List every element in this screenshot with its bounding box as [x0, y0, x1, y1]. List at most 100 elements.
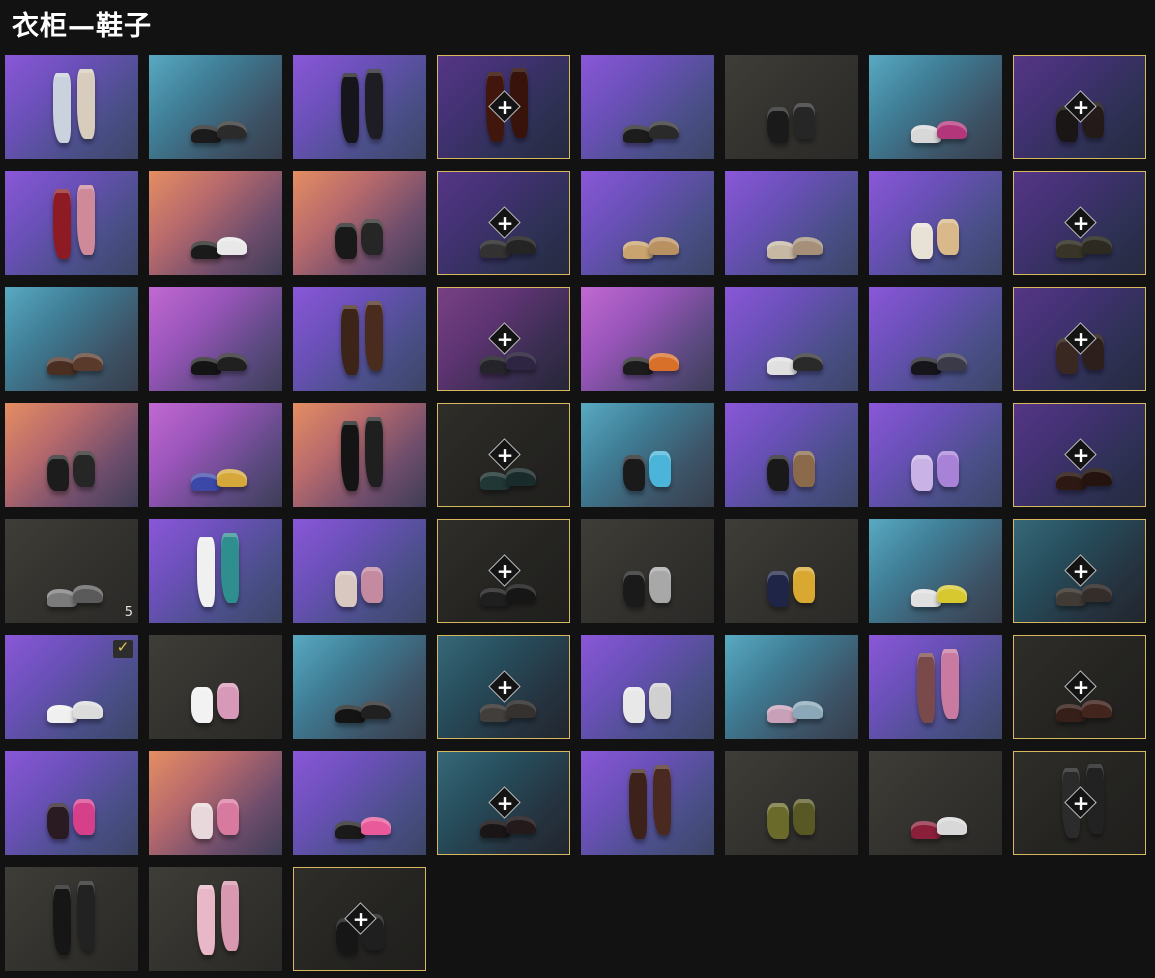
shoe-item-tile[interactable]: [725, 519, 858, 623]
shoe-item-tile[interactable]: [149, 519, 282, 623]
shoe-item-tile[interactable]: [149, 635, 282, 739]
shoe-item-tile[interactable]: [581, 287, 714, 391]
wardrobe-slot[interactable]: +: [437, 635, 570, 739]
add-icon[interactable]: +: [488, 206, 521, 239]
shoe-item-tile[interactable]: [293, 519, 426, 623]
page-title: 衣柜—鞋子: [12, 11, 152, 42]
shoe-item-tile[interactable]: [293, 403, 426, 507]
shoe-item-tile[interactable]: [869, 403, 1002, 507]
shoe-item-tile[interactable]: [725, 635, 858, 739]
shoe-item-tile[interactable]: [581, 751, 714, 855]
add-icon[interactable]: +: [1064, 322, 1097, 355]
add-icon[interactable]: +: [488, 322, 521, 355]
shoe-item-tile[interactable]: [869, 635, 1002, 739]
add-icon[interactable]: +: [1064, 554, 1097, 587]
add-icon[interactable]: +: [1064, 206, 1097, 239]
shoe-item-tile[interactable]: [5, 287, 138, 391]
shoe-left: [1056, 472, 1086, 490]
plus-icon: +: [1072, 675, 1090, 699]
wardrobe-slot[interactable]: +: [437, 519, 570, 623]
shoe-item-tile[interactable]: [869, 751, 1002, 855]
add-icon[interactable]: +: [488, 786, 521, 819]
plus-icon: +: [1072, 559, 1090, 583]
shoe-item-tile[interactable]: [293, 171, 426, 275]
shoe-item-tile[interactable]: [293, 287, 426, 391]
shoe-item-tile[interactable]: [869, 519, 1002, 623]
add-icon[interactable]: +: [1064, 670, 1097, 703]
plus-icon: +: [496, 327, 514, 351]
shoe-right: [217, 237, 247, 255]
shoe-item-tile[interactable]: [725, 403, 858, 507]
shoe-left: [767, 571, 789, 607]
wardrobe-slot[interactable]: +: [1013, 171, 1146, 275]
shoe-item-tile[interactable]: [293, 635, 426, 739]
shoe-item-tile[interactable]: [149, 403, 282, 507]
shoe-left: [53, 885, 71, 955]
shoe-left: [917, 653, 935, 723]
shoe-right: [217, 683, 239, 719]
shoe-item-tile[interactable]: [293, 55, 426, 159]
shoe-right: [793, 799, 815, 835]
shoe-item-tile[interactable]: 5: [5, 519, 138, 623]
shoe-item-tile[interactable]: [581, 403, 714, 507]
shoe-item-tile[interactable]: [581, 55, 714, 159]
shoe-left: [197, 537, 215, 607]
shoe-item-tile[interactable]: ✓: [5, 635, 138, 739]
shoe-item-tile[interactable]: [5, 867, 138, 971]
shoe-item-tile[interactable]: [725, 751, 858, 855]
wardrobe-slot[interactable]: +: [437, 751, 570, 855]
shoe-right: [937, 219, 959, 255]
plus-icon: +: [496, 675, 514, 699]
shoe-right: [937, 817, 967, 835]
shoe-item-tile[interactable]: [725, 171, 858, 275]
shoe-item-tile[interactable]: [149, 55, 282, 159]
add-icon[interactable]: +: [344, 902, 377, 935]
wardrobe-slot[interactable]: +: [1013, 519, 1146, 623]
shoe-left: [480, 588, 510, 606]
shoe-right: [793, 237, 823, 255]
wardrobe-slot[interactable]: +: [437, 287, 570, 391]
add-icon[interactable]: +: [488, 554, 521, 587]
shoe-left: [53, 73, 71, 143]
wardrobe-slot[interactable]: +: [437, 171, 570, 275]
add-icon[interactable]: +: [488, 670, 521, 703]
shoe-item-tile[interactable]: [581, 635, 714, 739]
plus-icon: +: [1072, 327, 1090, 351]
shoe-item-tile[interactable]: [149, 867, 282, 971]
wardrobe-slot[interactable]: +: [293, 867, 426, 971]
wardrobe-slot[interactable]: +: [1013, 751, 1146, 855]
add-icon[interactable]: +: [1064, 90, 1097, 123]
wardrobe-slot[interactable]: +: [1013, 55, 1146, 159]
shoe-item-tile[interactable]: [149, 287, 282, 391]
shoe-left: [767, 803, 789, 839]
wardrobe-slot[interactable]: +: [437, 403, 570, 507]
shoe-item-tile[interactable]: [149, 171, 282, 275]
shoe-item-tile[interactable]: [5, 171, 138, 275]
shoe-item-tile[interactable]: [581, 519, 714, 623]
shoe-item-tile[interactable]: [869, 171, 1002, 275]
shoe-item-tile[interactable]: [149, 751, 282, 855]
wardrobe-slot[interactable]: +: [1013, 287, 1146, 391]
shoe-item-tile[interactable]: [293, 751, 426, 855]
shoe-item-tile[interactable]: [725, 287, 858, 391]
shoe-item-tile[interactable]: [5, 55, 138, 159]
shoe-right: [937, 121, 967, 139]
plus-icon: +: [1072, 443, 1090, 467]
shoe-item-tile[interactable]: [5, 403, 138, 507]
plus-icon: +: [496, 443, 514, 467]
shoe-item-tile[interactable]: [869, 287, 1002, 391]
shoe-left: [911, 223, 933, 259]
wardrobe-slot[interactable]: +: [1013, 403, 1146, 507]
add-icon[interactable]: +: [1064, 438, 1097, 471]
shoe-right: [649, 683, 671, 719]
add-icon[interactable]: +: [1064, 786, 1097, 819]
shoe-item-tile[interactable]: [725, 55, 858, 159]
wardrobe-slot[interactable]: +: [1013, 635, 1146, 739]
wardrobe-slot[interactable]: +: [437, 55, 570, 159]
add-icon[interactable]: +: [488, 90, 521, 123]
shoe-item-tile[interactable]: [581, 171, 714, 275]
add-icon[interactable]: +: [488, 438, 521, 471]
shoe-item-tile[interactable]: [5, 751, 138, 855]
shoe-left: [341, 305, 359, 375]
shoe-item-tile[interactable]: [869, 55, 1002, 159]
